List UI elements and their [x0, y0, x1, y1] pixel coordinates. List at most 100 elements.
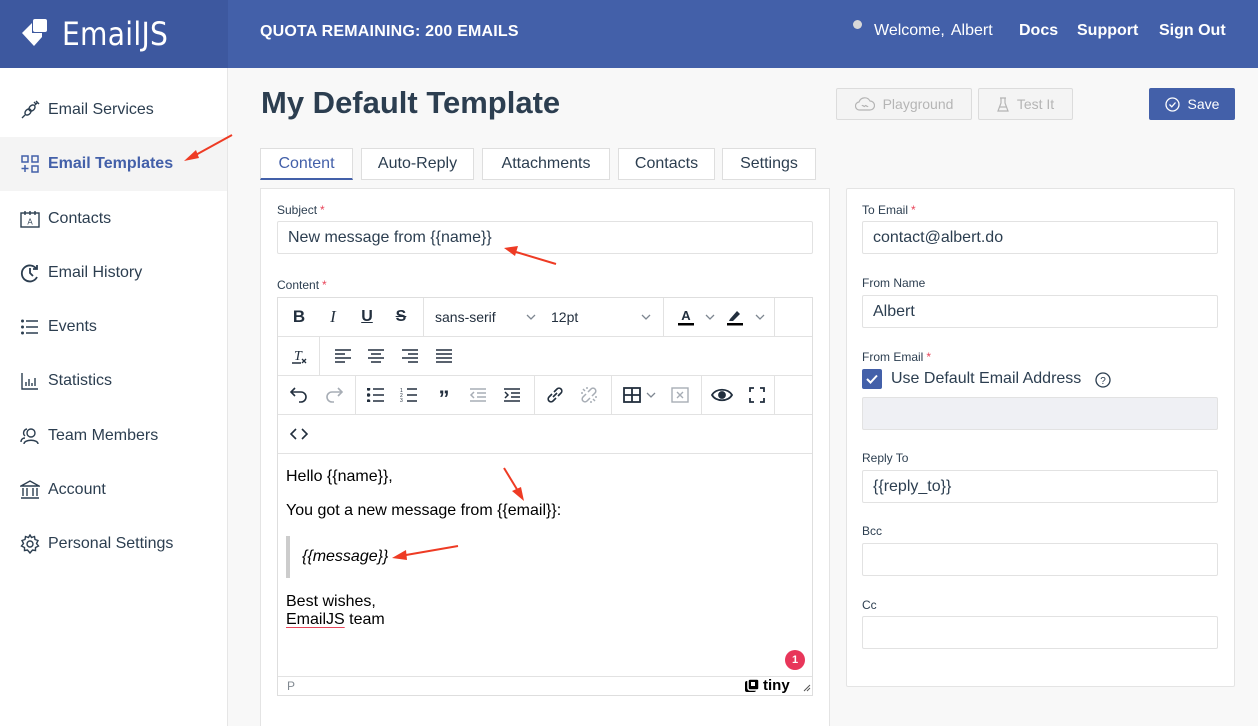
sidebar-item-personal-settings[interactable]: Personal Settings — [0, 517, 227, 571]
use-default-email-label[interactable]: Use Default Email Address — [891, 370, 1081, 388]
sidebar-item-email-services[interactable]: Email Services — [0, 83, 227, 137]
blockquote-message: {{message}} — [302, 548, 389, 565]
insert-table-button[interactable] — [619, 382, 645, 408]
docs-link[interactable]: Docs — [1019, 22, 1058, 40]
bullet-list-icon — [367, 388, 384, 402]
chevron-down-icon[interactable] — [645, 382, 657, 408]
save-label: Save — [1187, 96, 1220, 112]
bold-button[interactable]: B — [286, 304, 312, 330]
from-email-input[interactable] — [862, 397, 1218, 430]
toolbar-separator — [319, 337, 320, 375]
font-family-value: sans-serif — [435, 309, 496, 325]
toolbar-separator — [355, 376, 356, 414]
tab-settings[interactable]: Settings — [722, 148, 816, 180]
use-default-email-checkbox[interactable] — [862, 369, 882, 389]
playground-label: Playground — [882, 96, 954, 112]
support-link[interactable]: Support — [1077, 22, 1138, 40]
underline-button[interactable]: U — [354, 304, 380, 330]
unlink-icon — [581, 387, 597, 403]
font-size-select[interactable]: 12pt — [551, 304, 651, 330]
chevron-down-icon[interactable] — [640, 304, 652, 330]
clear-formatting-button[interactable]: T — [286, 343, 312, 369]
editor-content[interactable]: Hello {{name}}, You got a new message fr… — [278, 454, 812, 676]
text-color-button[interactable]: A — [673, 304, 699, 330]
align-center-button[interactable] — [363, 343, 389, 369]
blockquote-button[interactable]: ” — [431, 382, 457, 411]
check-circle-icon — [1164, 96, 1180, 112]
sidebar-item-events[interactable]: Events — [0, 300, 227, 354]
sidebar-label: Events — [48, 318, 97, 335]
required-marker: * — [322, 278, 327, 292]
save-button[interactable]: Save — [1149, 88, 1235, 120]
to-email-label-text: To Email — [862, 203, 909, 217]
unlink-button[interactable] — [576, 382, 602, 408]
bcc-input[interactable] — [862, 543, 1218, 576]
sidebar-item-account[interactable]: Account — [0, 463, 227, 517]
brand[interactable]: EmailJS — [0, 0, 228, 68]
status-dot-icon — [853, 20, 862, 29]
from-name-input[interactable]: Albert — [862, 295, 1218, 328]
notification-badge[interactable]: 1 — [785, 650, 805, 670]
help-icon[interactable]: ? — [1095, 372, 1111, 388]
undo-button[interactable] — [286, 382, 312, 408]
element-path[interactable]: P — [287, 679, 295, 693]
tab-content[interactable]: Content — [260, 148, 353, 180]
strikethrough-button[interactable]: S — [388, 304, 414, 330]
chevron-down-icon[interactable] — [704, 304, 716, 330]
reply-to-label: Reply To — [862, 451, 909, 465]
user-name[interactable]: Albert — [951, 22, 993, 39]
welcome-label: Welcome, — [874, 22, 945, 39]
sidebar-item-email-history[interactable]: Email History — [0, 246, 227, 300]
numbered-list-button[interactable]: 123 — [396, 382, 422, 408]
italic-button[interactable]: I — [320, 304, 346, 330]
outdent-button[interactable] — [465, 382, 491, 408]
insert-link-button[interactable] — [542, 382, 568, 408]
to-email-label: To Email * — [862, 203, 916, 217]
tiny-branding[interactable]: tiny — [744, 677, 790, 694]
from-name-label: From Name — [862, 276, 926, 290]
font-family-select[interactable]: sans-serif — [435, 304, 535, 330]
sidebar-item-team-members[interactable]: Team Members — [0, 409, 227, 463]
toolbar-row: B I U S sans-serif 12pt A — [278, 298, 812, 337]
cc-input[interactable] — [862, 616, 1218, 649]
highlight-color-button[interactable] — [722, 304, 748, 330]
sidebar-item-statistics[interactable]: Statistics — [0, 354, 227, 408]
source-code-button[interactable] — [286, 421, 312, 447]
subject-label: Subject * — [277, 203, 325, 217]
bank-icon — [20, 480, 40, 500]
playground-button[interactable]: Playground — [836, 88, 972, 120]
preview-button[interactable] — [709, 382, 735, 408]
redo-icon — [326, 387, 343, 403]
redo-button[interactable] — [321, 382, 347, 408]
signature-line-1: Best wishes, — [286, 593, 376, 610]
flask-icon — [996, 96, 1009, 112]
bullet-list-button[interactable] — [363, 382, 389, 408]
tab-auto-reply[interactable]: Auto-Reply — [361, 148, 474, 180]
sidebar-item-email-templates[interactable]: Email Templates — [0, 137, 227, 191]
justify-button[interactable] — [431, 343, 457, 369]
numbered-list-icon: 123 — [400, 388, 417, 403]
bold-icon: B — [292, 307, 306, 326]
to-email-input[interactable]: contact@albert.do — [862, 221, 1218, 254]
indent-button[interactable] — [499, 382, 525, 408]
tab-contacts[interactable]: Contacts — [618, 148, 715, 180]
svg-text:T: T — [294, 349, 303, 364]
tab-attachments[interactable]: Attachments — [482, 148, 610, 180]
fullscreen-icon — [749, 387, 765, 403]
delete-table-button[interactable] — [667, 382, 693, 408]
fullscreen-button[interactable] — [744, 382, 770, 408]
chevron-down-icon[interactable] — [754, 304, 766, 330]
align-right-button[interactable] — [397, 343, 423, 369]
toolbar-row: T — [278, 337, 812, 376]
chevron-down-icon[interactable] — [525, 304, 537, 330]
blockquote-bar — [286, 536, 290, 578]
table-icon — [623, 387, 641, 403]
reply-to-input[interactable]: {{reply_to}} — [862, 470, 1218, 503]
align-left-button[interactable] — [330, 343, 356, 369]
quote-icon: ” — [438, 386, 450, 411]
subject-input[interactable]: New message from {{name}} — [277, 221, 813, 254]
test-it-button[interactable]: Test It — [978, 88, 1073, 120]
sign-out-link[interactable]: Sign Out — [1159, 22, 1226, 40]
resize-handle-icon[interactable] — [802, 683, 811, 692]
sidebar-item-contacts[interactable]: A Contacts — [0, 192, 227, 246]
